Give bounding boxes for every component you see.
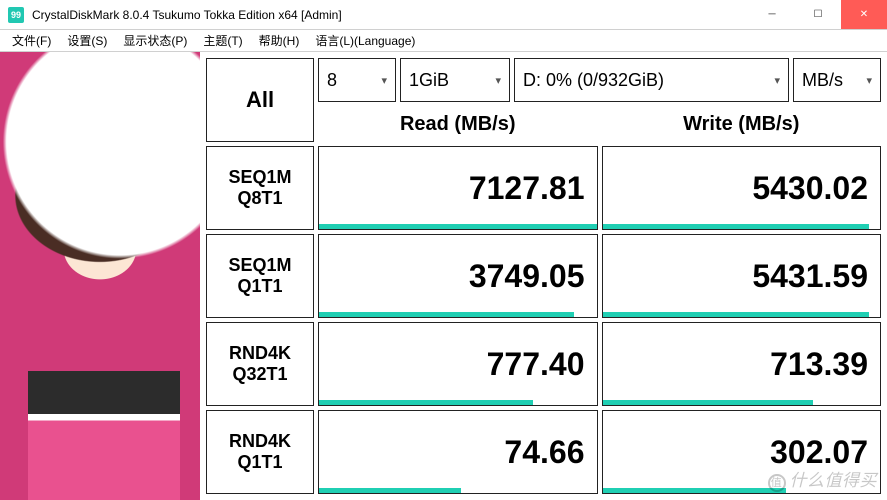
drive-value: D: 0% (0/932GiB) <box>523 70 664 91</box>
read-value-3: 74.66 <box>318 410 598 494</box>
write-value-1: 5431.59 <box>602 234 882 318</box>
read-text: 3749.05 <box>469 258 585 295</box>
titlebar: 99 CrystalDiskMark 8.0.4 Tsukumo Tokka E… <box>0 0 887 30</box>
drive-select[interactable]: D: 0% (0/932GiB) ▾ <box>514 58 789 102</box>
write-text: 713.39 <box>770 346 868 383</box>
loop-count-value: 8 <box>327 70 337 91</box>
test-label-l2: Q8T1 <box>237 188 282 209</box>
read-value-1: 3749.05 <box>318 234 598 318</box>
menubar: 文件(F) 设置(S) 显示状态(P) 主题(T) 帮助(H) 语言(L)(La… <box>0 30 887 52</box>
close-button[interactable]: ✕ <box>841 0 887 29</box>
read-bar <box>319 400 533 405</box>
test-label-l1: RND4K <box>229 343 291 364</box>
test-button-seq1m-q8t1[interactable]: SEQ1M Q8T1 <box>206 146 314 230</box>
app-icon: 99 <box>8 7 24 23</box>
write-text: 5431.59 <box>752 258 868 295</box>
test-size-value: 1GiB <box>409 70 449 91</box>
read-text: 7127.81 <box>469 170 585 207</box>
menu-file[interactable]: 文件(F) <box>4 30 59 51</box>
window-title: CrystalDiskMark 8.0.4 Tsukumo Tokka Edit… <box>32 8 749 22</box>
chevron-down-icon: ▾ <box>774 74 780 87</box>
test-label-l2: Q1T1 <box>237 452 282 473</box>
watermark-text: 什么值得买 <box>790 471 878 490</box>
read-bar <box>319 488 461 493</box>
header-read: Read (MB/s) <box>318 106 598 142</box>
run-all-button[interactable]: All <box>206 58 314 142</box>
write-bar <box>603 312 869 317</box>
unit-select[interactable]: MB/s ▾ <box>793 58 881 102</box>
chevron-down-icon: ▾ <box>495 74 501 87</box>
controls-row: 8 ▾ 1GiB ▾ D: 0% (0/932GiB) ▾ MB/s ▾ <box>318 58 881 102</box>
test-label-l1: RND4K <box>229 431 291 452</box>
write-text: 5430.02 <box>752 170 868 207</box>
test-label-l1: SEQ1M <box>228 255 291 276</box>
test-label-l2: Q1T1 <box>237 276 282 297</box>
write-value-2: 713.39 <box>602 322 882 406</box>
read-bar <box>319 224 597 229</box>
watermark-icon: 值 <box>768 474 786 492</box>
menu-settings[interactable]: 设置(S) <box>59 30 115 51</box>
maximize-button[interactable]: ☐ <box>795 0 841 29</box>
write-bar <box>603 224 869 229</box>
header-write: Write (MB/s) <box>602 106 882 142</box>
menu-theme[interactable]: 主题(T) <box>195 30 250 51</box>
write-bar <box>603 400 814 405</box>
write-text: 302.07 <box>770 434 868 471</box>
watermark: 值什么值得买 <box>768 466 878 492</box>
write-bar <box>603 488 786 493</box>
test-button-rnd4k-q32t1[interactable]: RND4K Q32T1 <box>206 322 314 406</box>
loop-count-select[interactable]: 8 ▾ <box>318 58 396 102</box>
read-text: 777.40 <box>487 346 585 383</box>
menu-language[interactable]: 语言(L)(Language) <box>307 30 423 51</box>
test-button-seq1m-q1t1[interactable]: SEQ1M Q1T1 <box>206 234 314 318</box>
minimize-button[interactable]: ─ <box>749 0 795 29</box>
read-text: 74.66 <box>504 434 584 471</box>
unit-value: MB/s <box>802 70 843 91</box>
test-label-l2: Q32T1 <box>232 364 287 385</box>
read-value-2: 777.40 <box>318 322 598 406</box>
chevron-down-icon: ▾ <box>866 74 872 87</box>
test-button-rnd4k-q1t1[interactable]: RND4K Q1T1 <box>206 410 314 494</box>
read-value-0: 7127.81 <box>318 146 598 230</box>
write-value-0: 5430.02 <box>602 146 882 230</box>
menu-help[interactable]: 帮助(H) <box>251 30 308 51</box>
benchmark-grid: All 8 ▾ 1GiB ▾ D: 0% (0/932GiB) ▾ MB/s ▾… <box>200 52 887 500</box>
theme-image <box>0 52 200 500</box>
read-bar <box>319 312 574 317</box>
test-label-l1: SEQ1M <box>228 167 291 188</box>
window-controls: ─ ☐ ✕ <box>749 0 887 29</box>
chevron-down-icon: ▾ <box>381 74 387 87</box>
test-size-select[interactable]: 1GiB ▾ <box>400 58 510 102</box>
menu-show-state[interactable]: 显示状态(P) <box>115 30 195 51</box>
